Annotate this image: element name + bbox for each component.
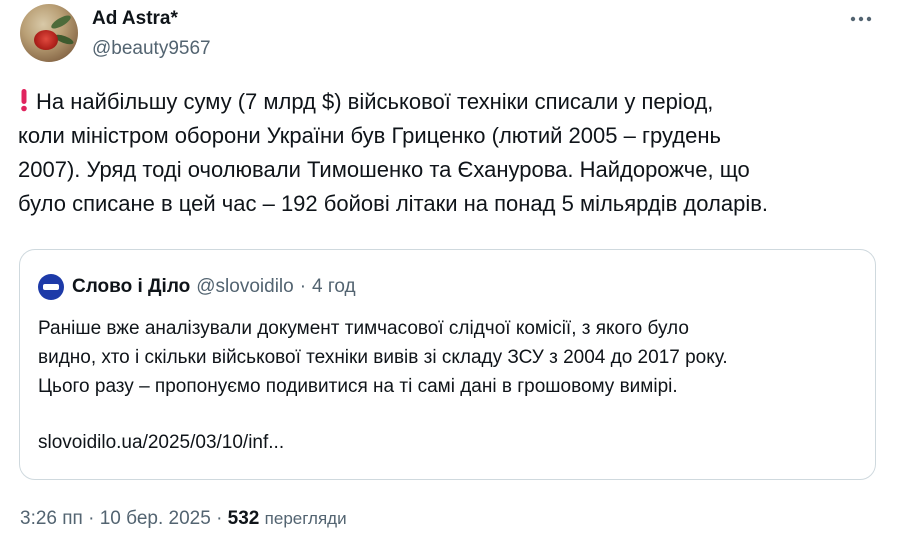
avatar-leaf [49, 13, 73, 31]
tweet-line-2: коли міністром оборони України був Грице… [18, 123, 721, 148]
quoted-tweet-header: Слово і Діло @slovoidilo · 4 год [38, 274, 356, 300]
quoted-line-3: Цього разу – пропонуємо подивитися на ті… [38, 376, 678, 397]
quoted-author-avatar [38, 274, 64, 300]
quoted-author-handle: @slovoidilo [196, 276, 294, 297]
quoted-tweet-text: Раніше вже аналізували документ тимчасов… [38, 314, 868, 401]
dot-separator: · [216, 508, 223, 529]
quoted-tweet-link[interactable]: slovoidilo.ua/2025/03/10/inf... [38, 432, 284, 454]
tweet-line-4: було списане в цей час – 192 бойові літа… [18, 191, 769, 216]
tweet-date[interactable]: 10 бер. 2025 [100, 508, 211, 529]
views-label: перегляди [264, 509, 347, 528]
tweet-time[interactable]: 3:26 пп [20, 508, 83, 529]
tweet-line-text: На найбільшу суму (7 млрд $) військової … [36, 89, 714, 114]
slovoidilo-logo-icon [43, 284, 59, 290]
tweet-metadata: 3:26 пп · 10 бер. 2025 · 532 перегляди [20, 508, 347, 530]
quoted-tweet-time: 4 год [312, 276, 356, 297]
avatar-rose [34, 30, 58, 50]
author-handle[interactable]: @beauty9567 [92, 38, 211, 60]
tweet-line-3: 2007). Уряд тоді очолювали Тимошенко та … [18, 157, 750, 182]
tweet-text: На найбільшу суму (7 млрд $) військової … [18, 85, 880, 221]
dot-separator: · [88, 508, 95, 529]
quoted-line-2: видно, хто і скільки військової техніки … [38, 347, 728, 368]
dot-separator: · [299, 276, 307, 297]
author-display-name[interactable]: Ad Astra* [92, 8, 178, 30]
quoted-line-1: Раніше вже аналізували документ тимчасов… [38, 318, 689, 339]
exclamation-icon [21, 89, 27, 112]
author-avatar[interactable] [20, 4, 78, 62]
quoted-author-name: Слово і Діло [72, 276, 191, 297]
more-options-button[interactable] [846, 8, 876, 30]
views-count: 532 [227, 508, 260, 529]
tweet-line-1: На найбільшу суму (7 млрд $) військової … [18, 85, 880, 119]
quoted-tweet-card[interactable]: Слово і Діло @slovoidilo · 4 год Раніше … [19, 249, 876, 480]
more-horizontal-icon [850, 16, 872, 22]
